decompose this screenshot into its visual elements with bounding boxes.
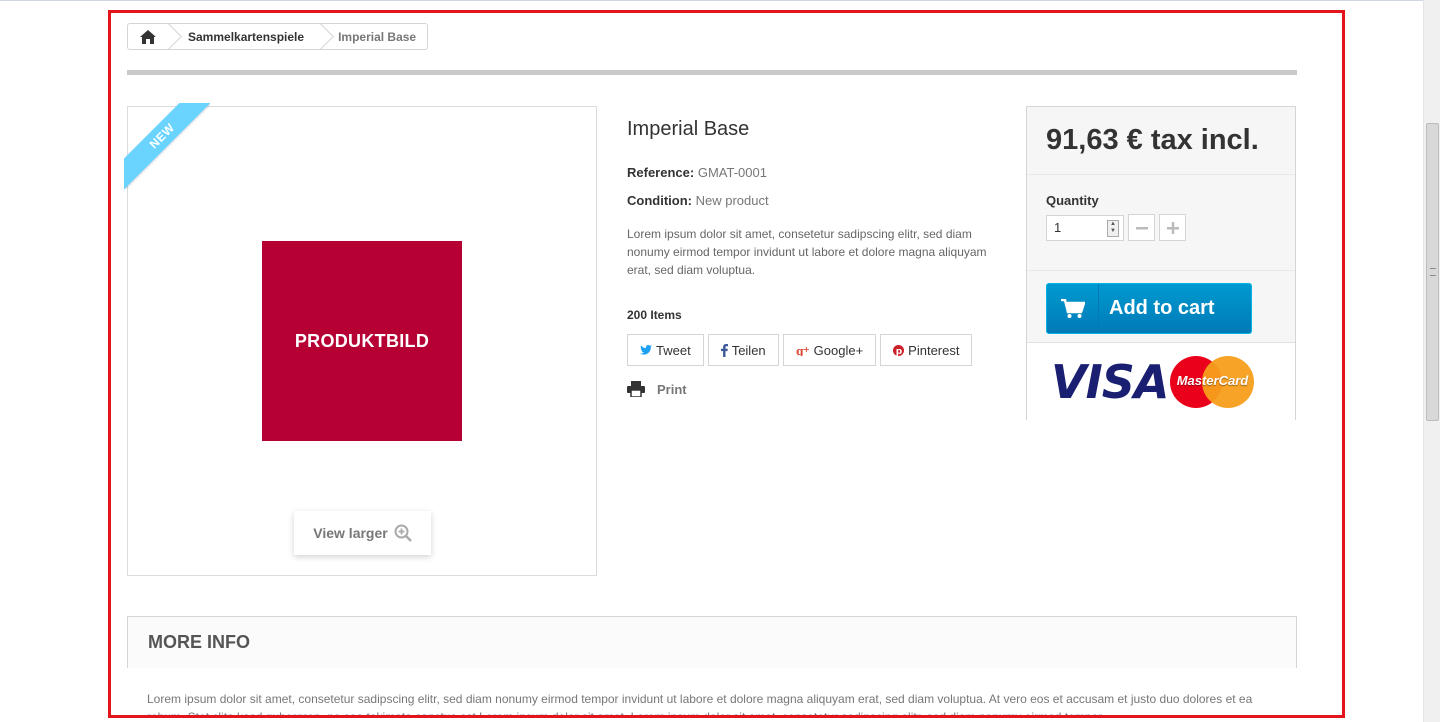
breadcrumb-category-label: Sammelkartenspiele — [188, 29, 305, 44]
svg-text:p: p — [896, 347, 903, 356]
visa-logo: VISA — [1051, 355, 1169, 409]
more-info-heading: MORE INFO — [127, 616, 1297, 668]
cart-section: Add to cart — [1027, 271, 1295, 343]
home-icon — [140, 29, 156, 44]
pinterest-label: Pinterest — [908, 342, 960, 358]
svg-text:+: + — [803, 345, 810, 354]
cart-icon-wrap — [1047, 284, 1099, 333]
stock-quantity: 200 Items — [627, 308, 682, 322]
teilen-label: Teilen — [731, 342, 766, 358]
new-ribbon: NEW — [124, 103, 210, 189]
product-info: Imperial Base Reference: GMAT-0001 Condi… — [627, 118, 1007, 397]
product-image[interactable]: PRODUKTBILD — [262, 241, 462, 441]
quantity-label: Quantity — [1046, 193, 1099, 208]
facebook-icon — [720, 343, 728, 357]
condition-value: New product — [695, 193, 769, 208]
view-larger-button[interactable]: View larger — [294, 511, 431, 555]
quantity-controls: 1 ▲ ▼ — [1046, 214, 1276, 241]
print-label: Print — [657, 381, 687, 397]
condition-label: Condition: — [627, 193, 692, 208]
breadcrumb-current: Imperial Base — [338, 29, 417, 44]
social-share: Tweet Teilen g + Google+ p Pinterest — [627, 334, 1007, 366]
pinterest-icon: p — [893, 344, 905, 356]
vertical-scrollbar[interactable] — [1423, 0, 1440, 722]
zoom-in-icon — [394, 524, 412, 542]
tweet-label: Tweet — [656, 342, 691, 358]
twitter-icon — [640, 345, 652, 355]
product-condition: Condition: New product — [627, 193, 1007, 208]
add-to-cart-button[interactable]: Add to cart — [1046, 283, 1252, 334]
quantity-input[interactable]: 1 ▲ ▼ — [1046, 214, 1124, 241]
buy-box: 91,63 € tax incl. Quantity 1 ▲ ▼ Add to … — [1026, 106, 1296, 421]
pinterest-button[interactable]: p Pinterest — [880, 334, 973, 366]
spin-down-icon: ▼ — [1110, 227, 1116, 234]
highlight-frame: Sammelkartenspiele Imperial Base NEW PRO… — [108, 10, 1345, 718]
spin-up-icon: ▲ — [1110, 220, 1116, 227]
facebook-share-button[interactable]: Teilen — [707, 334, 779, 366]
mastercard-label: MasterCard — [1176, 373, 1249, 388]
scrollbar-thumb[interactable] — [1426, 123, 1439, 421]
shopping-cart-icon — [1060, 298, 1085, 318]
tweet-button[interactable]: Tweet — [627, 334, 704, 366]
plus-icon — [1166, 221, 1179, 234]
more-info-text: Lorem ipsum dolor sit amet, consetetur s… — [147, 692, 1253, 718]
product-image-box: NEW PRODUKTBILD View larger — [124, 103, 597, 576]
quantity-section: Quantity 1 ▲ ▼ — [1027, 175, 1295, 271]
add-to-cart-label: Add to cart — [1109, 297, 1215, 319]
quantity-value: 1 — [1054, 220, 1062, 235]
window-top-border — [0, 0, 1424, 1]
quantity-increase-button[interactable] — [1159, 214, 1186, 241]
quantity-decrease-button[interactable] — [1128, 214, 1155, 241]
googleplus-label: Google+ — [813, 342, 864, 358]
googleplus-icon: g + — [796, 345, 810, 356]
minus-icon — [1135, 226, 1148, 229]
googleplus-button[interactable]: g + Google+ — [782, 334, 877, 366]
printer-icon — [627, 381, 645, 397]
print-link[interactable]: Print — [627, 381, 1007, 397]
product-reference: Reference: GMAT-0001 — [627, 165, 1007, 180]
scrollbar-grip-icon — [1430, 268, 1436, 276]
new-badge: NEW — [124, 103, 210, 189]
price: 91,63 € tax incl. — [1027, 107, 1295, 175]
reference-label: Reference: — [627, 165, 695, 180]
product-description: Lorem ipsum dolor sit amet, consetetur s… — [627, 227, 987, 277]
view-larger-label: View larger — [313, 525, 388, 541]
reference-value: GMAT-0001 — [697, 165, 767, 180]
quantity-spinner[interactable]: ▲ ▼ — [1107, 219, 1119, 237]
breadcrumb-home[interactable] — [128, 23, 182, 50]
breadcrumb-category[interactable]: Sammelkartenspiele — [168, 23, 334, 50]
more-info-title: MORE INFO — [148, 632, 250, 652]
payment-logos: VISA MasterCard — [1027, 343, 1295, 421]
product-image-label: PRODUKTBILD — [294, 330, 430, 351]
breadcrumb: Sammelkartenspiele Imperial Base — [127, 23, 429, 50]
mastercard-logo: MasterCard — [1170, 356, 1255, 408]
divider — [127, 70, 1297, 75]
product-title: Imperial Base — [627, 118, 750, 140]
